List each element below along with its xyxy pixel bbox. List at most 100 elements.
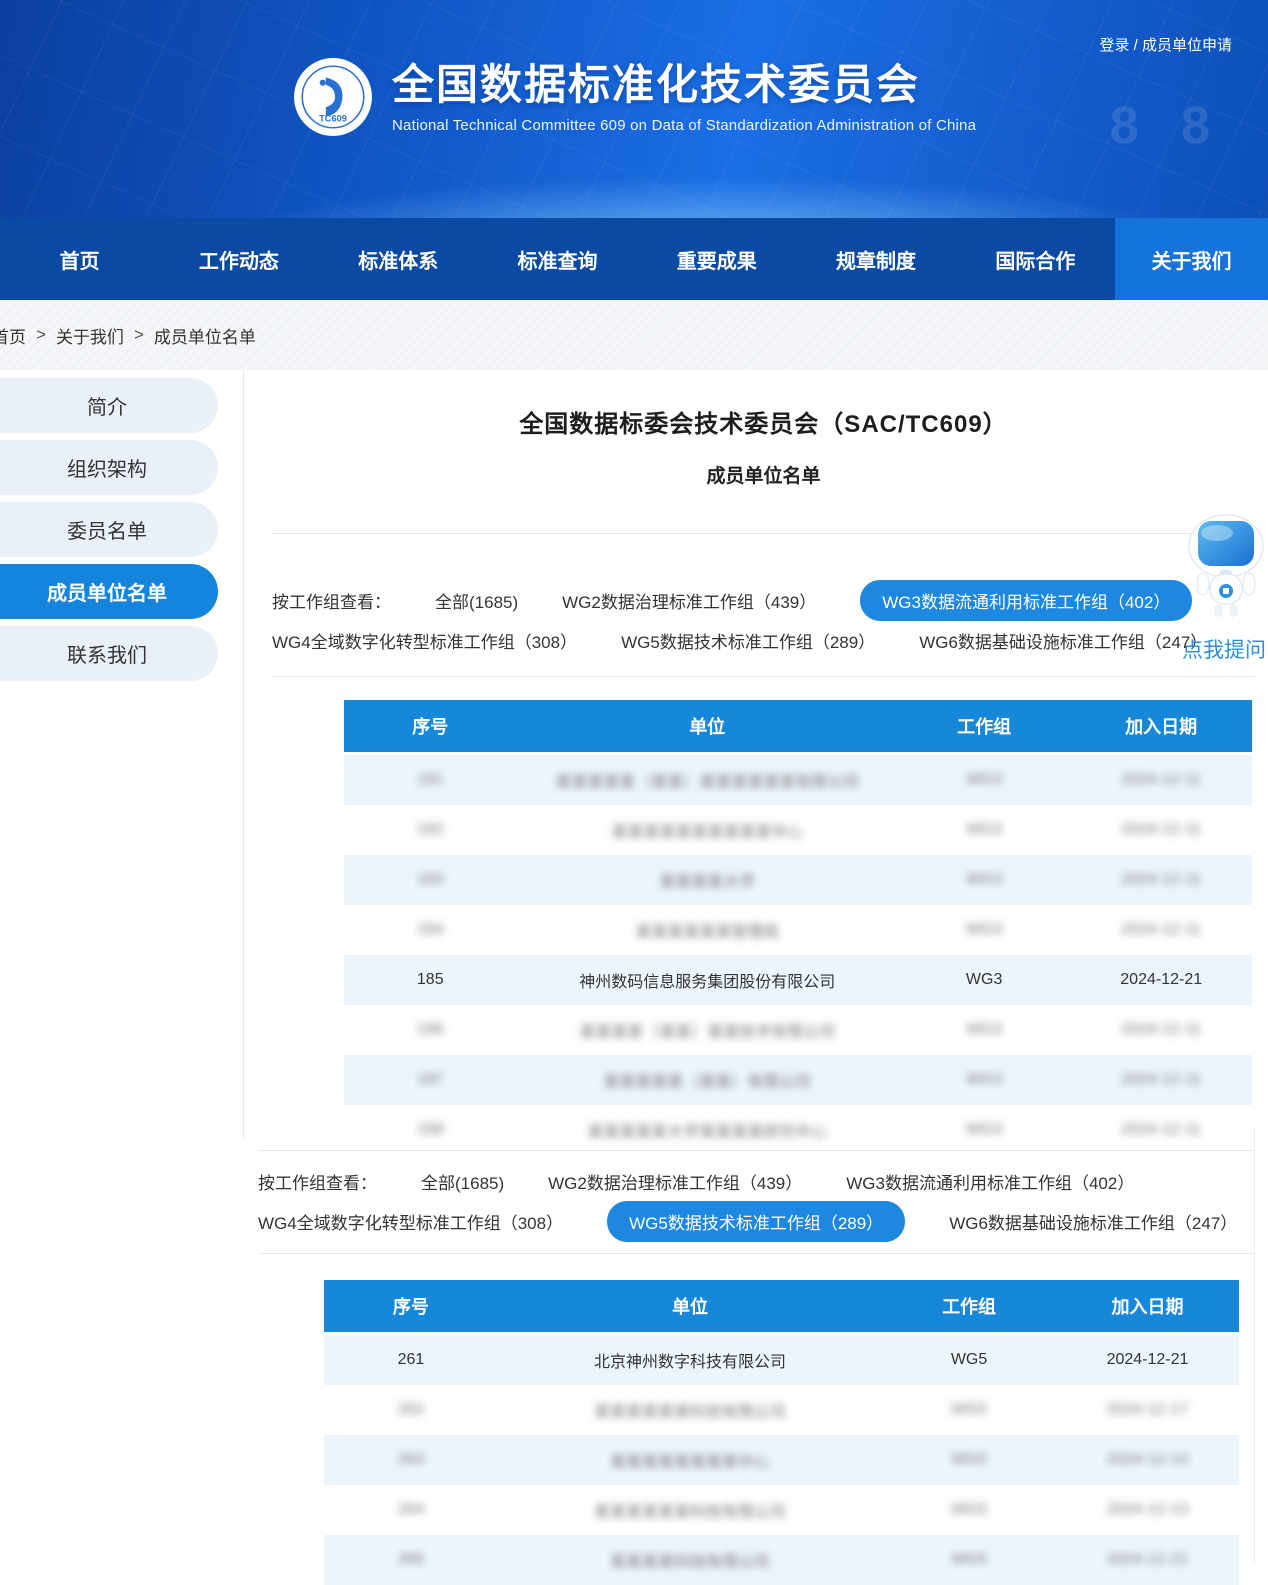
table-cell: WG3: [898, 805, 1071, 855]
column-header: 加入日期: [1056, 1280, 1239, 1334]
table-cell: 188: [344, 1105, 517, 1155]
workgroup-filter-option[interactable]: WG5数据技术标准工作组（289）: [621, 628, 875, 653]
table-cell: 2024-12-13: [1056, 1435, 1239, 1485]
nav-item-about-us[interactable]: 关于我们: [1115, 218, 1268, 300]
table-cell-text: 185: [417, 971, 444, 988]
table-cell: 2024-12-21: [1056, 1535, 1239, 1585]
table-cell-text: WG3: [966, 1021, 1002, 1038]
table-cell-text: 2024-12-21: [1107, 1551, 1189, 1568]
table-cell-text: 188: [417, 1121, 444, 1138]
member-list-section-wg5: 按工作组查看： 全部(1685) WG2数据治理标准工作组（439） WG3数据流通利…: [258, 1150, 1255, 1585]
table-cell: 某某某某大学: [517, 855, 898, 905]
workgroup-filter-selected[interactable]: WG5数据技术标准工作组（289）: [607, 1201, 905, 1242]
workgroup-filter-option[interactable]: WG3数据流通利用标准工作组（402）: [846, 1169, 1134, 1194]
table-cell-text: 264: [398, 1501, 425, 1518]
table-cell-text: WG3: [966, 871, 1002, 888]
table-cell-text: 2024-12-11: [1121, 1121, 1202, 1138]
table-cell-text: 2024-12-11: [1121, 1021, 1202, 1038]
breadcrumb-link[interactable]: 成员单位名单: [154, 323, 256, 348]
table-row: 184某某某某某某管理局WG32024-12-11: [344, 905, 1252, 955]
nav-item-regulations[interactable]: 规章制度: [796, 218, 955, 300]
table-row: 261北京神州数字科技有限公司WG52024-12-21: [324, 1334, 1239, 1386]
site-title: 全国数据标准化技术委员会: [392, 61, 976, 109]
table-cell: 265: [324, 1535, 498, 1585]
table-cell: 某某某某（某某）某某技术有限公司: [517, 1005, 898, 1055]
nav-item-standard-search[interactable]: 标准查询: [478, 218, 637, 300]
workgroup-filter-selected[interactable]: WG3数据流通利用标准工作组（402）: [860, 580, 1192, 621]
table-cell: 某某某某某某科技有限公司: [498, 1485, 882, 1535]
table-cell-text: WG3: [966, 921, 1002, 938]
table-cell: 2024-12-11: [1070, 1055, 1252, 1105]
table-cell: 261: [324, 1334, 498, 1386]
table-cell: 2024-12-11: [1070, 855, 1252, 905]
assistant-robot-icon[interactable]: [1186, 512, 1266, 620]
table-row: 183 某某某某大学 WG3 2024-12-11: [344, 855, 1252, 905]
column-header: 工作组: [898, 700, 1071, 754]
nav-item-home[interactable]: 首页: [0, 218, 159, 300]
sidebar-item-contact[interactable]: 联系我们: [0, 626, 218, 681]
nav-item-international-cooperation[interactable]: 国际合作: [956, 218, 1115, 300]
workgroup-filter-option[interactable]: 全部(1685): [435, 588, 518, 613]
breadcrumb-link[interactable]: 关于我们: [56, 323, 124, 348]
table-cell: 2024-12-13: [1056, 1485, 1239, 1535]
workgroup-filter-option[interactable]: WG6数据基础设施标准工作组（247）: [949, 1209, 1237, 1234]
assistant-ask-link[interactable]: 点我提问: [1176, 634, 1268, 664]
sidebar-item-organization[interactable]: 组织架构: [0, 440, 218, 495]
nav-item-achievements[interactable]: 重要成果: [637, 218, 796, 300]
table-cell-text: 某某某某某大学某某某某研究中心: [587, 1124, 827, 1141]
table-cell-text: WG3: [966, 1121, 1002, 1138]
table-cell-text: WG3: [966, 1071, 1002, 1088]
nav-item-work-news[interactable]: 工作动态: [159, 218, 318, 300]
breadcrumb-link[interactable]: 首页: [0, 323, 26, 348]
filter-row: WG4全域数字化转型标准工作组（308） WG5数据技术标准工作组（289） WG6…: [272, 620, 1255, 660]
svg-text:TC609: TC609: [319, 114, 347, 124]
table-cell: 2024-12-11: [1070, 1005, 1252, 1055]
table-cell: 2024-12-11: [1070, 805, 1252, 855]
table-cell-text: 某某某某某某管理局: [635, 924, 779, 941]
table-cell: 北京神州数字科技有限公司: [498, 1334, 882, 1386]
table-cell-text: 265: [398, 1551, 425, 1568]
workgroup-filter-option[interactable]: WG2数据治理标准工作组（439）: [562, 588, 816, 613]
table-row: 262某某某某某某科技有限公司WG52024-12-17: [324, 1385, 1239, 1435]
table-cell: 某某某某某某科技有限公司: [498, 1385, 882, 1435]
table-row: 188 某某某某某大学某某某某研究中心 WG3 2024-12-11: [344, 1105, 1252, 1155]
table-cell: 186: [344, 1005, 517, 1055]
workgroup-filter-option[interactable]: WG2数据治理标准工作组（439）: [548, 1169, 802, 1194]
workgroup-filter-option[interactable]: 全部(1685): [421, 1169, 504, 1194]
table-cell-text: 某某某某某某科技有限公司: [594, 1404, 786, 1421]
workgroup-filter-option[interactable]: WG6数据基础设施标准工作组（247）: [919, 628, 1207, 653]
workgroup-filter-option[interactable]: WG4全域数字化转型标准工作组（308）: [258, 1209, 563, 1234]
site-banner: 8 8 登录 / 成员单位申请 TC609 全国数据标准化技术委员会 Natio…: [0, 0, 1268, 218]
nav-item-standard-system[interactable]: 标准体系: [319, 218, 478, 300]
table-cell-text: 2024-12-17: [1107, 1401, 1189, 1418]
breadcrumb: 首页>关于我们>成员单位名单: [0, 323, 256, 348]
table-cell: WG3: [898, 955, 1071, 1005]
table-cell-text: WG5: [951, 1451, 987, 1468]
table-cell-text: WG3: [966, 971, 1002, 988]
table-cell-text: 183: [417, 871, 444, 888]
sidebar-item-member-units[interactable]: 成员单位名单: [0, 564, 218, 619]
table-cell: 185: [344, 955, 517, 1005]
filter-label: 按工作组查看：: [258, 1169, 377, 1194]
table-cell-text: 某某某某某（某某）有限公司: [603, 1074, 811, 1091]
table-cell-text: 262: [398, 1401, 425, 1418]
table-cell: 某某某某某（某某）某某某某某某有限公司: [517, 754, 898, 806]
column-header: 工作组: [882, 1280, 1056, 1334]
sidebar-item-intro[interactable]: 简介: [0, 378, 218, 433]
main-nav: 首页工作动态标准体系标准查询重要成果规章制度国际合作关于我们: [0, 218, 1268, 300]
filter-row: 按工作组查看：全部(1685)WG2数据治理标准工作组（439）WG3数据流通利…: [272, 580, 1255, 620]
table-cell: 187: [344, 1055, 517, 1105]
table-cell-text: 2024-12-11: [1121, 871, 1202, 888]
workgroup-filter-option[interactable]: WG4全域数字化转型标准工作组（308）: [272, 628, 577, 653]
table-cell: WG3: [898, 1055, 1071, 1105]
member-table: 序号单位工作组加入日期261北京神州数字科技有限公司WG52024-12-212…: [324, 1280, 1239, 1585]
sidebar: 简介组织架构委员名单成员单位名单联系我们: [0, 378, 218, 688]
column-header: 序号: [344, 700, 517, 754]
login-member-apply-links[interactable]: 登录 / 成员单位申请: [1099, 34, 1232, 55]
table-cell: WG3: [898, 1105, 1071, 1155]
table-cell: 263: [324, 1435, 498, 1485]
table-cell-text: 2024-12-13: [1107, 1451, 1189, 1468]
table-cell: WG3: [898, 905, 1071, 955]
sidebar-item-committee-members[interactable]: 委员名单: [0, 502, 218, 557]
table-cell-text: WG5: [951, 1551, 987, 1568]
